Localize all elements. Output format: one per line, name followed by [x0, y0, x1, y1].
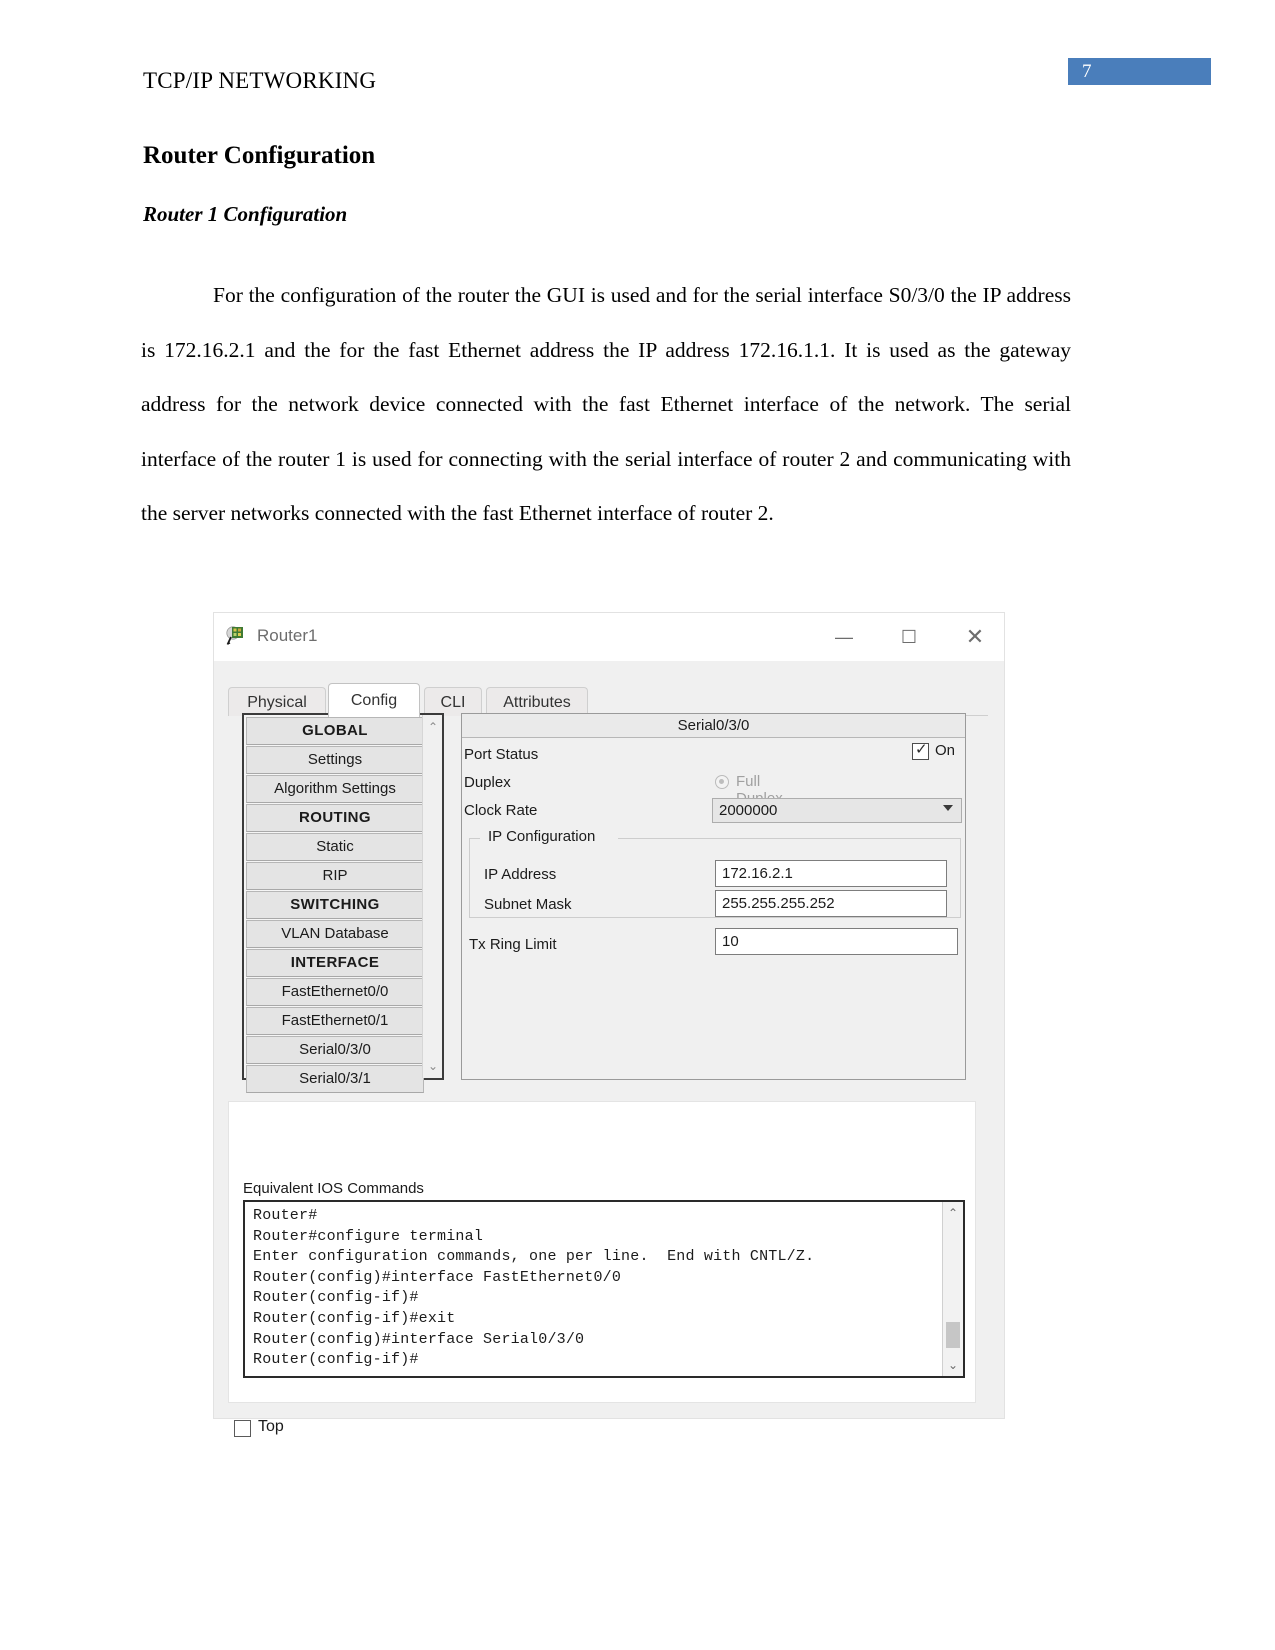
port-status-label: Port Status — [464, 746, 539, 763]
ios-console-scrollbar[interactable]: ⌃ ⌄ — [942, 1202, 963, 1376]
ip-configuration-group: IP Configuration IP Address 172.16.2.1 S… — [469, 828, 961, 918]
port-status-toggle[interactable]: ✓ On — [912, 741, 964, 764]
interface-settings-panel: Serial0/3/0 Port Status ✓ On Duplex Full… — [461, 713, 966, 1080]
router1-window: Router1 — ☐ ✕ Physical Config CLI Attrib… — [213, 612, 1005, 1437]
sidebar-item-switching[interactable]: SWITCHING — [246, 891, 424, 919]
router-device-icon — [226, 625, 248, 647]
sidebar-item-interface[interactable]: INTERFACE — [246, 949, 424, 977]
sidebar-item-rip[interactable]: RIP — [246, 862, 424, 890]
radio-selected-icon[interactable] — [715, 775, 729, 789]
subnet-mask-label: Subnet Mask — [484, 896, 572, 913]
sidebar-item-routing[interactable]: ROUTING — [246, 804, 424, 832]
tab-attributes[interactable]: Attributes — [486, 687, 588, 716]
chevron-down-icon[interactable]: ⌄ — [426, 1059, 440, 1073]
section-subtitle: Router 1 Configuration — [143, 202, 348, 226]
clock-rate-dropdown[interactable]: 2000000 — [712, 798, 962, 823]
duplex-label: Duplex — [464, 774, 511, 791]
document-header: TCP/IP NETWORKING 7 — [0, 58, 1275, 108]
minimize-button[interactable]: — — [821, 623, 867, 651]
checkbox-checked-icon[interactable]: ✓ — [912, 741, 929, 760]
ip-address-label: IP Address — [484, 866, 557, 883]
ip-configuration-legend: IP Configuration — [484, 828, 600, 845]
tx-ring-limit-label: Tx Ring Limit — [469, 936, 557, 953]
window-body: Physical Config CLI Attributes GLOBAL Se… — [214, 661, 1004, 1437]
config-nav-list: GLOBAL Settings Algorithm Settings ROUTI… — [242, 713, 444, 1093]
sidebar-item-serial0-3-1[interactable]: Serial0/3/1 — [246, 1065, 424, 1093]
sidebar-item-global[interactable]: GLOBAL — [246, 717, 424, 745]
checkbox-unchecked-icon[interactable] — [234, 1420, 251, 1437]
chevron-up-icon[interactable]: ⌃ — [426, 720, 440, 734]
sidebar-item-vlan-database[interactable]: VLAN Database — [246, 920, 424, 948]
config-nav-items: GLOBAL Settings Algorithm Settings ROUTI… — [246, 717, 424, 1094]
close-button[interactable]: ✕ — [952, 623, 998, 651]
ip-address-input[interactable]: 172.16.2.1 — [715, 860, 947, 887]
chevron-down-icon[interactable] — [943, 805, 953, 811]
ios-command-text: Router# Router#configure terminal Enter … — [253, 1207, 815, 1369]
equivalent-ios-commands-console[interactable]: Router# Router#configure terminal Enter … — [243, 1200, 965, 1378]
sidebar-item-fastethernet0-1[interactable]: FastEthernet0/1 — [246, 1007, 424, 1035]
clock-rate-value: 2000000 — [719, 802, 778, 819]
maximize-button[interactable]: ☐ — [886, 623, 932, 651]
sidebar-item-serial0-3-0[interactable]: Serial0/3/0 — [246, 1036, 424, 1064]
clock-rate-label: Clock Rate — [464, 802, 538, 819]
chevron-down-icon[interactable]: ⌄ — [946, 1358, 960, 1372]
port-status-on-label: On — [935, 742, 956, 759]
settings-panel-title: Serial0/3/0 — [462, 714, 965, 738]
page-number-text: 7 — [1082, 61, 1092, 82]
sidebar-item-fastethernet0-0[interactable]: FastEthernet0/0 — [246, 978, 424, 1006]
subnet-mask-input[interactable]: 255.255.255.252 — [715, 890, 947, 917]
tab-cli[interactable]: CLI — [424, 687, 482, 716]
sidebar-item-settings[interactable]: Settings — [246, 746, 424, 774]
tx-ring-limit-input[interactable]: 10 — [715, 928, 958, 955]
page-title: Router Configuration — [143, 142, 376, 169]
window-title: Router1 — [257, 626, 318, 645]
chevron-up-icon[interactable]: ⌃ — [946, 1206, 960, 1220]
document-header-title: TCP/IP NETWORKING — [143, 68, 377, 93]
body-paragraph: For the configuration of the router the … — [141, 283, 1071, 525]
window-titlebar: Router1 — ☐ ✕ — [214, 613, 1004, 661]
tab-physical[interactable]: Physical — [228, 687, 326, 716]
top-checkbox-label: Top — [258, 1418, 284, 1435]
nav-scrollbar[interactable]: ⌃ ⌄ — [422, 715, 442, 1078]
scrollbar-thumb[interactable] — [946, 1322, 960, 1348]
page-number-badge: 7 — [1068, 58, 1211, 85]
equivalent-ios-commands-label: Equivalent IOS Commands — [243, 1180, 424, 1197]
sidebar-item-algorithm-settings[interactable]: Algorithm Settings — [246, 775, 424, 803]
tab-config[interactable]: Config — [328, 683, 420, 717]
document-page: TCP/IP NETWORKING 7 Router Configuration… — [0, 0, 1275, 1650]
sidebar-item-static[interactable]: Static — [246, 833, 424, 861]
